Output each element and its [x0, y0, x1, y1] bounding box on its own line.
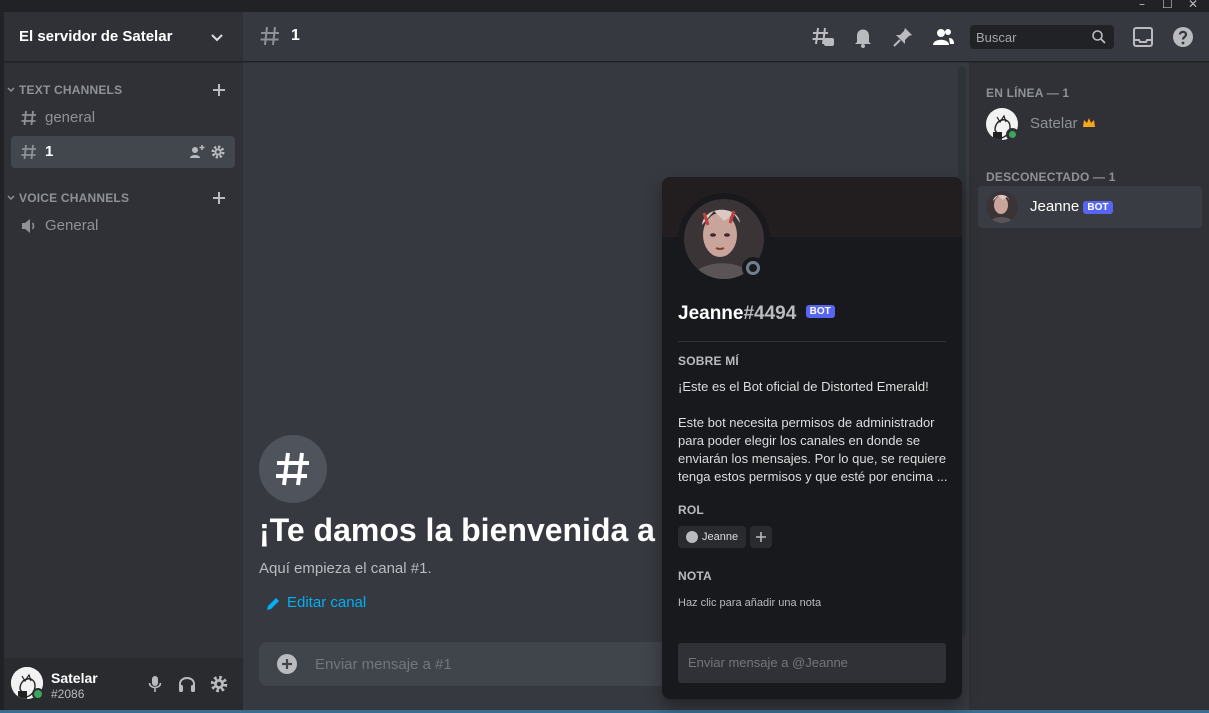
profile-discriminator: #4494 — [743, 303, 797, 324]
hashtag-icon — [21, 110, 36, 126]
gear-icon[interactable] — [210, 144, 226, 160]
online-status-dot — [1006, 128, 1019, 141]
inbox-icon[interactable] — [1131, 25, 1155, 49]
member-list-icon[interactable] — [931, 25, 955, 49]
channel-voice-general[interactable]: General — [11, 210, 235, 242]
discord-app: El servidor de Satelar TEXT CHANNELS gen… — [4, 12, 1209, 710]
offline-status-icon — [742, 257, 764, 279]
add-role-button[interactable] — [750, 526, 772, 548]
note-input[interactable]: Haz clic para añadir una nota — [678, 597, 821, 609]
search-icon — [1092, 30, 1106, 44]
channel-sidebar: El servidor de Satelar TEXT CHANNELS gen… — [4, 12, 243, 710]
channel-1[interactable]: 1 — [11, 136, 235, 168]
threads-icon[interactable] — [811, 25, 835, 49]
server-name: El servidor de Satelar — [19, 28, 173, 45]
maximize-icon[interactable]: ☐ — [1162, 0, 1173, 11]
member-list: EN LÍNEA — 1 Satelar DESCONECTADO — 1 Je… — [969, 62, 1209, 710]
about-me-heading: SOBRE MÍ — [678, 354, 739, 368]
dm-placeholder: Enviar mensaje a @Jeanne — [688, 655, 848, 670]
category-voice-channels[interactable]: VOICE CHANNELS — [6, 190, 238, 206]
welcome-subtitle: Aquí empieza el canal #1. — [259, 560, 432, 577]
hashtag-icon — [260, 26, 279, 46]
speaker-icon — [22, 219, 35, 233]
window-titlebar: – ☐ ✕ — [0, 0, 1209, 12]
member-name: Satelar — [1030, 115, 1096, 132]
channel-welcome-icon — [259, 435, 327, 503]
channel-general[interactable]: general — [11, 102, 235, 134]
create-channel-icon[interactable] — [210, 81, 228, 99]
about-me-text: ¡Este es el Bot oficial de Distorted Eme… — [678, 379, 948, 484]
chevron-down-icon — [211, 34, 223, 42]
create-invite-icon[interactable] — [189, 144, 205, 160]
headphones-icon[interactable] — [177, 674, 197, 694]
roles-heading: ROL — [678, 503, 704, 517]
channel-header: 1 Buscar — [243, 12, 1209, 62]
category-label: VOICE CHANNELS — [19, 191, 130, 205]
divider — [678, 341, 946, 342]
channel-label: general — [45, 109, 96, 126]
profile-name: Jeanne#4494 BOT — [678, 303, 835, 325]
channel-label: 1 — [45, 143, 54, 160]
user-profile-popout: Jeanne#4494 BOT SOBRE MÍ ¡Este es el Bot… — [662, 177, 962, 699]
bot-badge: BOT — [805, 305, 835, 319]
minimize-icon[interactable]: – — [1139, 0, 1145, 11]
member-satelar[interactable]: Satelar — [978, 103, 1202, 145]
avatar — [986, 191, 1018, 223]
category-text-channels[interactable]: TEXT CHANNELS — [6, 82, 238, 98]
member-name: Jeanne BOT — [1030, 198, 1113, 215]
offline-group-label: DESCONECTADO — 1 — [986, 170, 1116, 184]
username: Satelar — [51, 670, 98, 686]
channel-label: General — [45, 217, 99, 234]
server-header[interactable]: El servidor de Satelar — [4, 12, 243, 62]
message-placeholder: Enviar mensaje a #1 — [315, 656, 452, 673]
channel-name: 1 — [291, 27, 300, 44]
bot-badge: BOT — [1083, 200, 1113, 214]
hashtag-icon — [21, 144, 36, 160]
microphone-icon[interactable] — [145, 674, 165, 694]
user-tag: #2086 — [51, 687, 85, 701]
pencil-icon — [267, 598, 279, 610]
user-settings-gear-icon[interactable] — [209, 674, 229, 694]
member-jeanne[interactable]: Jeanne BOT — [978, 186, 1202, 228]
bell-icon[interactable] — [851, 25, 875, 49]
user-panel: Satelar #2086 — [4, 658, 243, 710]
online-status-dot — [32, 688, 44, 700]
direct-message-input[interactable]: Enviar mensaje a @Jeanne — [678, 643, 946, 683]
role-pill: Jeanne — [678, 526, 747, 548]
edit-channel-label: Editar canal — [287, 594, 367, 611]
welcome-title: ¡Te damos la bienvenida a — [259, 512, 655, 548]
hashtag-icon — [276, 452, 309, 486]
attach-plus-icon[interactable] — [277, 654, 297, 674]
create-channel-icon[interactable] — [210, 189, 228, 207]
chevron-down-icon — [7, 195, 15, 201]
chevron-down-icon — [7, 87, 15, 93]
search-input[interactable]: Buscar — [970, 25, 1114, 49]
help-icon[interactable] — [1171, 25, 1195, 49]
note-heading: NOTA — [678, 569, 712, 583]
close-icon[interactable]: ✕ — [1188, 0, 1198, 11]
crown-icon — [1082, 118, 1095, 127]
category-label: TEXT CHANNELS — [19, 83, 123, 97]
role-color-dot — [686, 531, 698, 543]
pin-icon[interactable] — [891, 25, 915, 49]
online-group-label: EN LÍNEA — 1 — [986, 86, 1070, 100]
search-placeholder: Buscar — [976, 30, 1017, 45]
